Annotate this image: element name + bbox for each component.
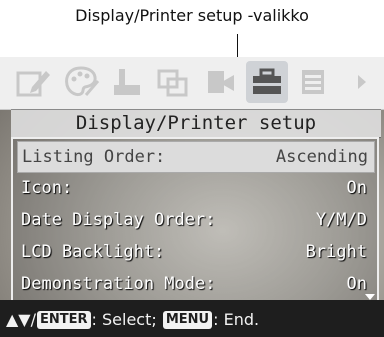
- print-icon: [114, 69, 140, 95]
- menu-item-value: Bright: [305, 242, 367, 262]
- tab-palette[interactable]: [60, 61, 102, 103]
- menu-item-listing-order[interactable]: Listing Order: Ascending: [17, 141, 375, 173]
- menu-item-label: Icon:: [21, 178, 73, 198]
- menu-item-label: Listing Order:: [22, 147, 166, 167]
- menu-item-label: Demonstration Mode:: [21, 274, 216, 294]
- tab-card[interactable]: [200, 61, 242, 103]
- enter-key-badge: ENTER: [37, 310, 91, 329]
- toolbox-icon: [253, 68, 281, 94]
- menu-title: Display/Printer setup: [11, 109, 381, 138]
- lcd-screen: Display/Printer setup Listing Order: Asc…: [0, 57, 384, 337]
- card-icon: [208, 71, 234, 93]
- palette-icon: [65, 66, 100, 97]
- menu-item-lcd-backlight[interactable]: LCD Backlight: Bright: [17, 237, 373, 267]
- menu-item-date-display-order[interactable]: Date Display Order: Y/M/D: [17, 205, 373, 235]
- settings-list: Listing Order: Ascending Icon: On Date D…: [11, 137, 379, 304]
- list-icon: [302, 70, 324, 94]
- select-hint: : Select;: [91, 310, 162, 329]
- menu-item-icon[interactable]: Icon: On: [17, 173, 373, 203]
- menu-item-label: Date Display Order:: [21, 210, 216, 230]
- menu-item-value: Y/M/D: [315, 210, 367, 230]
- tab-list[interactable]: [292, 61, 334, 103]
- tab-setup[interactable]: [246, 61, 288, 103]
- menu-item-demonstration-mode[interactable]: Demonstration Mode: On: [17, 269, 373, 299]
- tab-copy[interactable]: [152, 61, 194, 103]
- menu-item-value: Ascending: [275, 147, 368, 167]
- menu-item-value: On: [346, 178, 367, 198]
- tab-print[interactable]: [106, 61, 148, 103]
- menu-item-value: On: [346, 274, 367, 294]
- menu-item-label: LCD Backlight:: [21, 242, 165, 262]
- end-hint: : End.: [213, 310, 260, 329]
- chevron-right-icon: [358, 75, 366, 89]
- tab-scroll-right[interactable]: [340, 61, 370, 103]
- up-down-arrows-hint: ▲▼/: [6, 310, 36, 329]
- copy-icon: [157, 69, 188, 97]
- tab-bar: [0, 57, 384, 110]
- callout-label: Display/Printer setup -valikko: [75, 6, 309, 25]
- status-bar: ▲▼/ENTER: Select; MENU: End.: [0, 300, 384, 337]
- edit-icon: [16, 71, 50, 97]
- menu-key-badge: MENU: [162, 310, 213, 329]
- tab-edit[interactable]: [12, 61, 54, 103]
